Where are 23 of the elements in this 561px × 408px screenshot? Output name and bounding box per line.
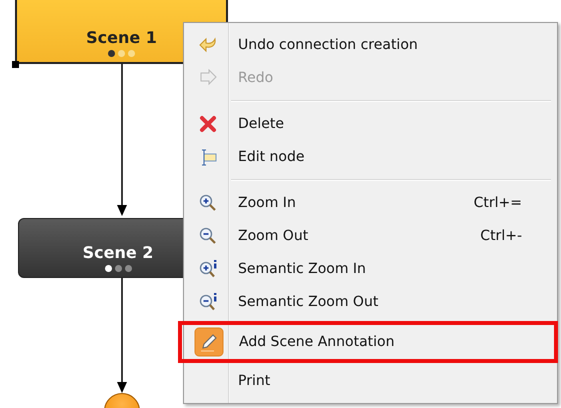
menu-item[interactable]: Edit node [186,140,554,173]
close-icon [198,114,216,132]
node-label: Scene 1 [86,27,157,49]
zoom-out-icon [198,226,216,244]
zoom-in-icon [198,194,216,212]
menu-item[interactable]: Semantic Zoom Out [186,285,554,318]
node-label: Scene 2 [82,242,154,264]
page-dot[interactable] [118,50,125,57]
page-dot[interactable] [128,50,135,57]
redo-arrow-icon [198,68,216,86]
menu-item[interactable]: Print [186,364,554,397]
page-dot[interactable] [114,265,122,272]
page-dot[interactable] [108,50,115,57]
undo-arrow-icon [198,36,216,54]
menu-item[interactable]: Add Scene Annotation [178,321,558,363]
menu-item[interactable]: Zoom In Ctrl+= [186,186,554,219]
menu-item[interactable]: Delete [186,107,554,140]
pencil-icon [194,327,224,357]
page-dot[interactable] [124,265,132,272]
page-dot[interactable] [104,265,112,272]
resize-handle[interactable] [12,61,19,68]
zoom-in-info-icon [198,260,216,278]
zoom-out-info-icon [198,292,216,310]
